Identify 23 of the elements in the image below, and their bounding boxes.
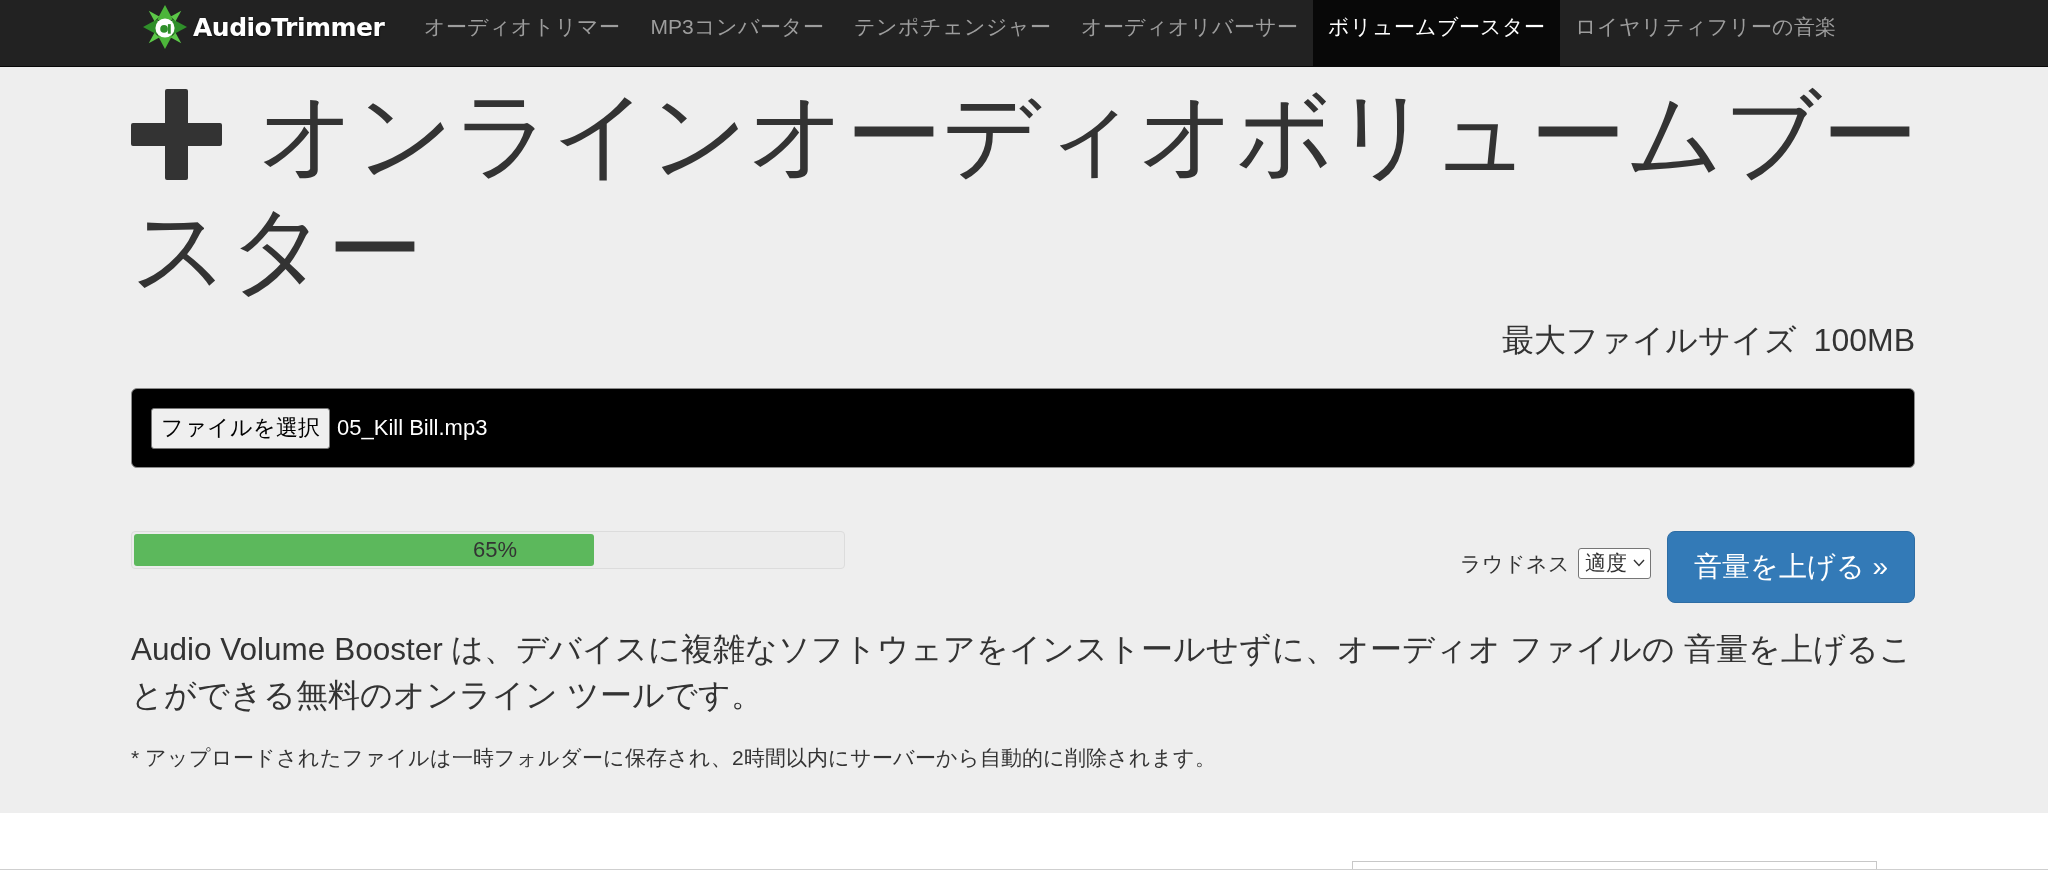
progress-label: 65% <box>471 536 518 564</box>
file-name: 05_Kill Bill.mp3 <box>337 415 488 441</box>
chevron-down-icon <box>1632 559 1645 567</box>
nav-link[interactable]: ボリュームブースター <box>1312 0 1560 66</box>
loudness-label: ラウドネス <box>1459 551 1570 577</box>
brand-name[interactable]: AudioTrimmer <box>193 12 385 42</box>
footnote-text: * アップロードされたファイルは一時フォルダーに保存され、2時間以内にサーバーから自動的に削除されます。 <box>131 745 1217 771</box>
nav-link[interactable]: MP3コンバーター <box>635 0 839 66</box>
plus-icon <box>131 89 222 180</box>
max-size-value: 100MB <box>1813 322 1915 358</box>
file-input-field[interactable]: ファイルを選択 05_Kill Bill.mp3 <box>131 388 1915 468</box>
description-text: Audio Volume Booster は、デバイスに複雑なソフトウェアをインストールせずに、オーディオ ファイルの 音量を上げることができる無料のオンライン ツールです。 <box>131 630 1913 715</box>
loudness-select[interactable]: 適度 <box>1577 547 1651 579</box>
logo-icon[interactable] <box>143 5 187 49</box>
page-title: オンラインオーディオボリュームブー <box>258 80 1918 190</box>
nav-link[interactable]: テンポチェンジャー <box>838 0 1066 66</box>
max-size-label: 最大ファイルサイズ <box>1501 322 1797 358</box>
nav-link[interactable]: オーディオリバーサー <box>1065 0 1313 66</box>
nav-link[interactable]: オーディオトリマー <box>409 0 636 66</box>
page-title: スター <box>131 195 423 305</box>
nav-link[interactable]: ロイヤリティフリーの音楽 <box>1559 0 1851 66</box>
choose-file-button[interactable]: ファイルを選択 <box>151 407 330 449</box>
boost-volume-button[interactable]: 音量を上げる » <box>1666 531 1915 603</box>
